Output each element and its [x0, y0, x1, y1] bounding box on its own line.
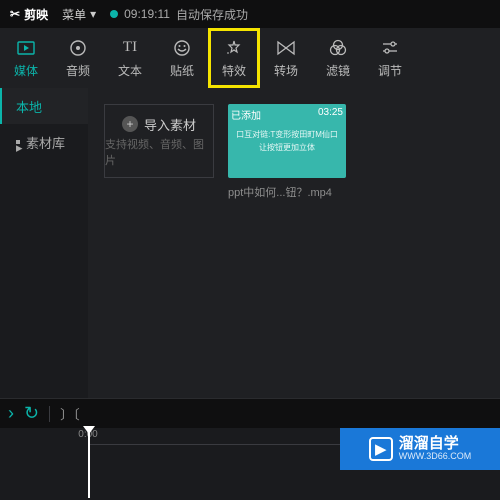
sidebar-item-label: 本地: [16, 97, 42, 116]
tab-filter[interactable]: 滤镜: [312, 28, 364, 88]
split-icon[interactable]: 〕〔: [60, 404, 80, 423]
import-hint: 支持视频、音频、图片: [105, 136, 213, 168]
tab-text[interactable]: TI 文本: [104, 28, 156, 88]
sidebar: 本地 ▸ 素材库: [0, 88, 88, 398]
logo-name: 溜溜自学: [399, 436, 472, 453]
plus-icon: +: [122, 116, 138, 132]
import-label: 导入素材: [144, 115, 196, 134]
media-item[interactable]: 已添加 03:25 口互对链:T变形按田町M仙口 让按钮更加立体 ppt中如何.…: [228, 104, 346, 200]
tab-media[interactable]: 媒体: [0, 28, 52, 88]
tab-bar: 媒体 音频 TI 文本 贴纸 特效 转场 滤镜 调节: [0, 28, 500, 88]
sidebar-item-label: 素材库: [26, 133, 65, 152]
disc-icon: [68, 38, 88, 58]
transition-icon: [276, 38, 296, 58]
chevron-right-icon[interactable]: ›: [8, 403, 14, 424]
import-button[interactable]: + 导入素材 支持视频、音频、图片: [104, 104, 214, 178]
thumb-text-1: 口互对链:T变形按田町M仙口: [236, 129, 338, 140]
tab-label: 音频: [66, 62, 90, 79]
sidebar-item-local[interactable]: 本地: [0, 88, 88, 124]
autosave-time: 09:19:11: [124, 7, 170, 21]
menu-dropdown[interactable]: 菜单 ▾: [62, 6, 96, 23]
menu-label: 菜单: [62, 6, 86, 23]
media-thumbnail[interactable]: 已添加 03:25 口互对链:T变形按田町M仙口 让按钮更加立体: [228, 104, 346, 178]
app-logo: ✂ 剪映: [10, 6, 48, 23]
app-logo-icon: ✂: [10, 7, 20, 21]
app-name-text: 剪映: [24, 6, 48, 23]
tab-label: 滤镜: [326, 62, 350, 79]
sliders-icon: [380, 38, 400, 58]
main-area: 本地 ▸ 素材库 + 导入素材 支持视频、音频、图片 已添加 03:25 口互对…: [0, 88, 500, 398]
media-grid: + 导入素材 支持视频、音频、图片 已添加 03:25 口互对链:T变形按田町M…: [88, 88, 500, 398]
sidebar-item-library[interactable]: ▸ 素材库: [0, 124, 88, 160]
tab-label: 贴纸: [170, 62, 194, 79]
media-filename: ppt中如何...钮？.mp4: [228, 184, 346, 200]
chevron-down-icon: ▾: [90, 7, 96, 21]
thumb-text-2: 让按钮更加立体: [236, 142, 338, 153]
tab-label: 转场: [274, 62, 298, 79]
tab-label: 媒体: [14, 62, 38, 79]
play-box-icon: ▶: [369, 437, 393, 461]
playhead[interactable]: [88, 428, 90, 498]
star-icon: [224, 38, 244, 58]
status-dot-icon: [110, 10, 118, 18]
tab-effects[interactable]: 特效: [208, 28, 260, 88]
watermark-logo: ▶ 溜溜自学 WWW.3D66.COM: [340, 428, 500, 470]
tab-transition[interactable]: 转场: [260, 28, 312, 88]
divider: [49, 406, 50, 422]
added-badge: 已添加: [231, 107, 261, 122]
timeline-toolbar: › ↻ 〕〔: [0, 398, 500, 428]
tab-audio[interactable]: 音频: [52, 28, 104, 88]
tab-label: 调节: [378, 62, 402, 79]
venn-icon: [328, 38, 348, 58]
redo-icon[interactable]: ↻: [24, 403, 39, 424]
tab-label: 特效: [222, 62, 246, 79]
tab-sticker[interactable]: 贴纸: [156, 28, 208, 88]
autosave-status: 09:19:11 自动保存成功: [110, 6, 248, 23]
tab-adjust[interactable]: 调节: [364, 28, 416, 88]
chevron-right-icon: ▸: [16, 140, 20, 144]
media-duration: 03:25: [318, 107, 343, 118]
logo-url: WWW.3D66.COM: [399, 452, 472, 462]
sticker-icon: [172, 38, 192, 58]
autosave-text: 自动保存成功: [176, 6, 248, 23]
tab-label: 文本: [118, 62, 142, 79]
play-icon: [16, 38, 36, 58]
text-icon: TI: [120, 38, 140, 58]
top-bar: ✂ 剪映 菜单 ▾ 09:19:11 自动保存成功: [0, 0, 500, 28]
